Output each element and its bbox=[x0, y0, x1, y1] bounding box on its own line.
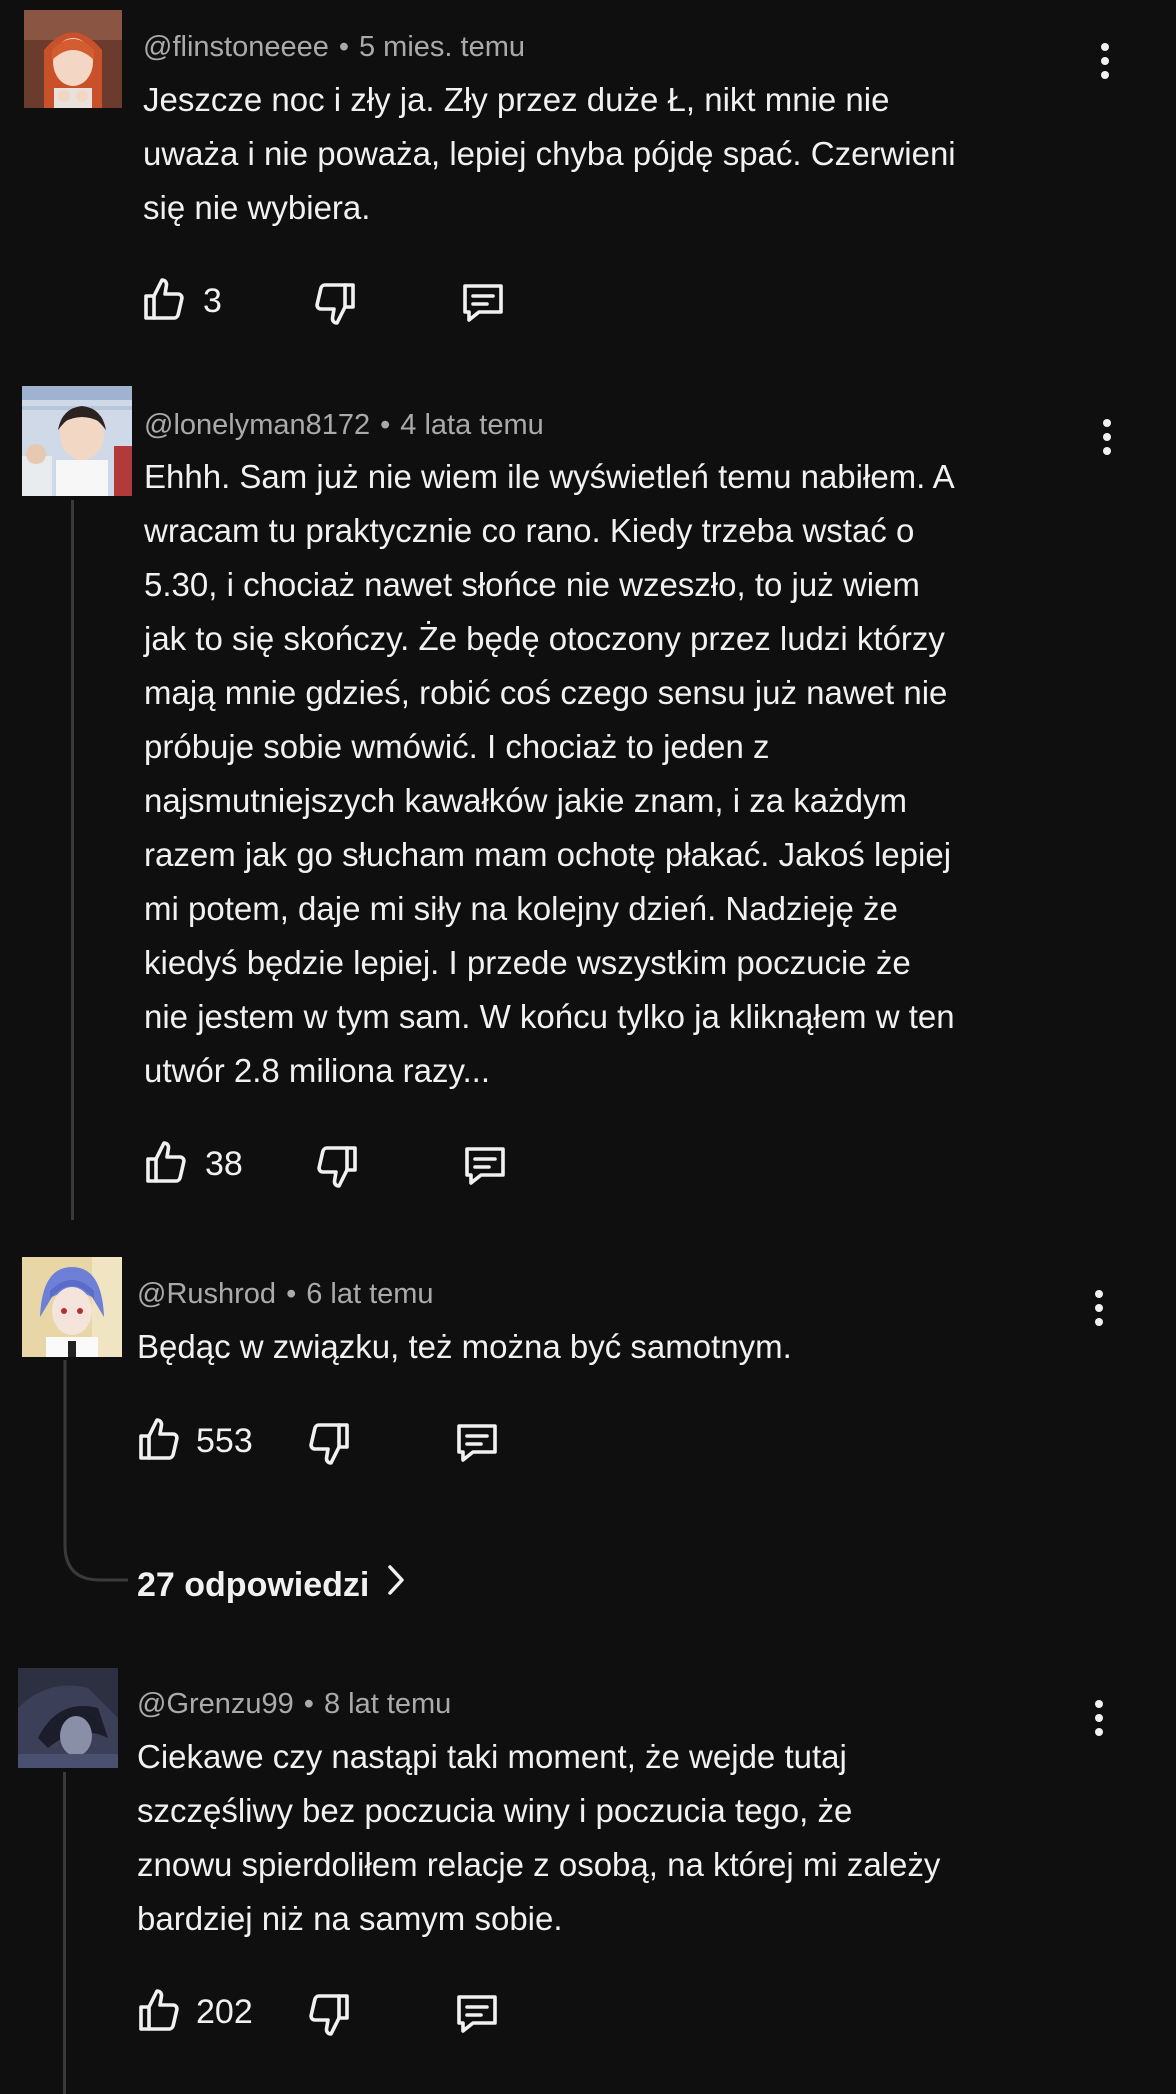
comment-meta: @flinstoneeee • 5 mies. temu bbox=[143, 30, 525, 64]
username[interactable]: @lonelyman8172 bbox=[144, 409, 370, 441]
like-count: 553 bbox=[196, 1422, 253, 1460]
avatar[interactable] bbox=[22, 1257, 122, 1357]
comment-meta: @Grenzu99 • 8 lat temu bbox=[137, 1687, 451, 1721]
avatar[interactable] bbox=[24, 10, 122, 108]
separator-dot: • bbox=[380, 409, 391, 441]
thumbs-down-icon[interactable] bbox=[313, 1141, 361, 1191]
username[interactable]: @flinstoneeee bbox=[143, 31, 329, 63]
separator-dot: • bbox=[286, 1278, 297, 1310]
comment-meta: @lonelyman8172 • 4 lata temu bbox=[144, 408, 544, 442]
comment-icon[interactable] bbox=[452, 1418, 502, 1466]
username[interactable]: @Rushrod bbox=[137, 1278, 276, 1310]
separator-dot: • bbox=[338, 31, 349, 63]
comment-text: Będąc w związku, też można być samotnym. bbox=[137, 1328, 792, 1365]
timestamp: 6 lat temu bbox=[306, 1278, 434, 1310]
thumbs-up-icon[interactable] bbox=[142, 1138, 190, 1188]
thumbs-up-icon[interactable] bbox=[140, 275, 188, 325]
thumbs-down-icon[interactable] bbox=[305, 1418, 353, 1468]
avatar[interactable] bbox=[18, 1668, 118, 1768]
like-count: 3 bbox=[203, 282, 222, 320]
timestamp: 4 lata temu bbox=[400, 409, 544, 441]
thread-line bbox=[63, 1772, 66, 2094]
comment-icon[interactable] bbox=[460, 1141, 510, 1189]
thumbs-up-icon[interactable] bbox=[135, 1986, 183, 2036]
replies-label: 27 odpowiedzi bbox=[137, 1565, 370, 1604]
chevron-right-icon bbox=[385, 1563, 407, 1606]
thread-line bbox=[71, 500, 74, 1220]
like-count: 202 bbox=[196, 1993, 253, 2031]
view-replies-button[interactable]: 27 odpowiedzi bbox=[137, 1563, 407, 1606]
thread-connector bbox=[63, 1360, 128, 1582]
comment-text: Ehhh. Sam już nie wiem ile wyświetleń te… bbox=[144, 458, 955, 1089]
timestamp: 5 mies. temu bbox=[359, 31, 525, 63]
thumbs-up-icon[interactable] bbox=[135, 1415, 183, 1465]
separator-dot: • bbox=[303, 1688, 314, 1720]
comment-text: Ciekawe czy nastąpi taki moment, że wejd… bbox=[137, 1738, 941, 1937]
username[interactable]: @Grenzu99 bbox=[137, 1688, 294, 1720]
comment-meta: @Rushrod • 6 lat temu bbox=[137, 1277, 434, 1311]
comment-icon[interactable] bbox=[458, 278, 508, 326]
timestamp: 8 lat temu bbox=[323, 1688, 452, 1720]
comment-icon[interactable] bbox=[452, 1989, 502, 2037]
thumbs-down-icon[interactable] bbox=[311, 278, 359, 328]
like-count: 38 bbox=[205, 1145, 243, 1183]
avatar[interactable] bbox=[22, 386, 132, 496]
comment-text: Jeszcze noc i zły ja. Zły przez duże Ł, … bbox=[143, 81, 956, 226]
thumbs-down-icon[interactable] bbox=[305, 1989, 353, 2039]
